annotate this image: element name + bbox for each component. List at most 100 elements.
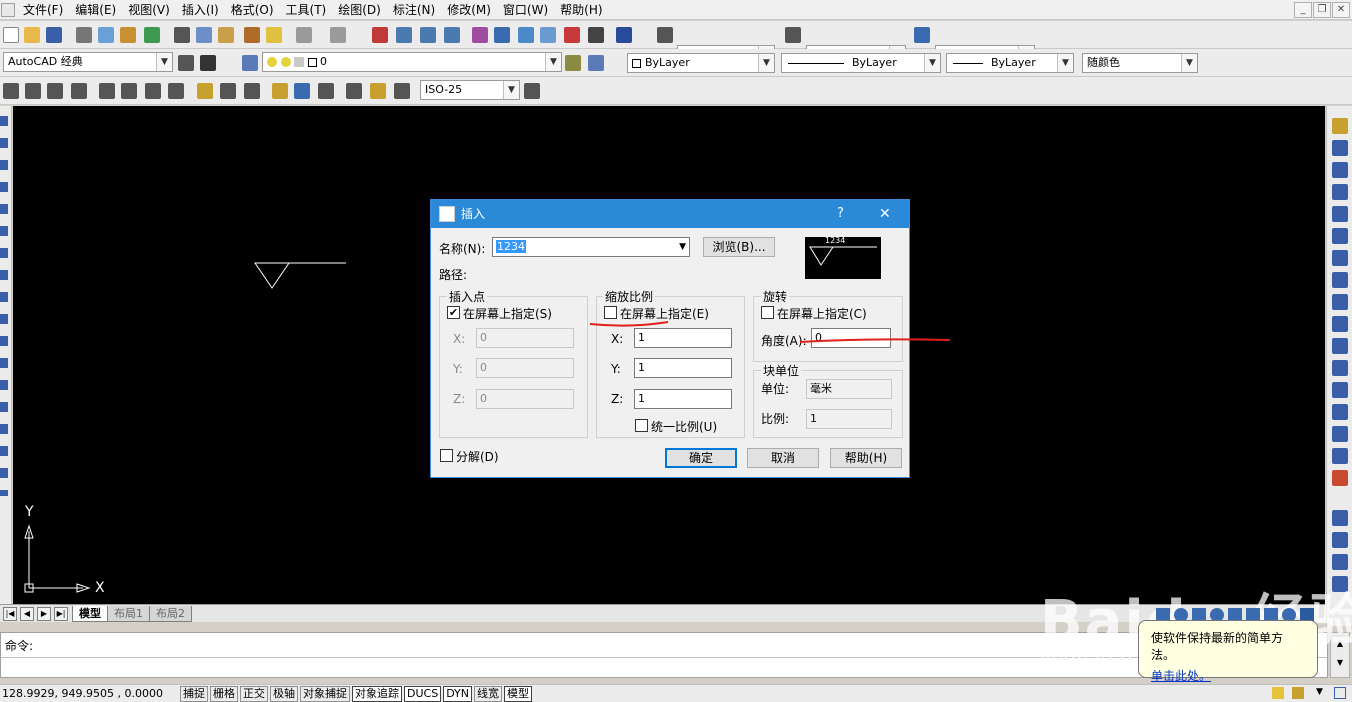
menu-view[interactable]: 视图(V) bbox=[122, 1, 176, 18]
minimize-icon[interactable]: _ bbox=[1294, 2, 1312, 18]
copy-object-icon[interactable] bbox=[1332, 140, 1348, 156]
new-file-icon[interactable] bbox=[3, 27, 19, 43]
menu-tools[interactable]: 工具(T) bbox=[280, 1, 333, 18]
angle-input[interactable]: 0 bbox=[811, 328, 891, 348]
dyn-toggle[interactable]: DYN bbox=[443, 685, 473, 702]
dim-edit-icon[interactable] bbox=[346, 83, 362, 99]
continue-dim-icon[interactable] bbox=[244, 83, 260, 99]
block-editor-icon[interactable] bbox=[266, 27, 282, 43]
ordinate-dim-icon[interactable] bbox=[71, 83, 87, 99]
close-doc-icon[interactable]: ✕ bbox=[1332, 2, 1350, 18]
zoom-window-icon[interactable] bbox=[420, 27, 436, 43]
redo-icon[interactable] bbox=[330, 27, 346, 43]
help-icon[interactable] bbox=[616, 27, 632, 43]
polar-toggle[interactable]: 极轴 bbox=[270, 685, 298, 702]
status-menu-icon[interactable]: ▼ bbox=[1316, 687, 1323, 697]
tool-palettes-icon[interactable] bbox=[518, 27, 534, 43]
quick-dim-icon[interactable] bbox=[197, 83, 213, 99]
update-balloon[interactable]: 使软件保持最新的简单方法。 单击此处。 bbox=[1138, 620, 1318, 683]
calculator-icon[interactable] bbox=[588, 27, 604, 43]
clean-screen-icon[interactable] bbox=[1334, 687, 1346, 699]
zoom-previous-icon[interactable] bbox=[444, 27, 460, 43]
workspace-save-icon[interactable] bbox=[200, 55, 216, 71]
scale-x-input[interactable]: 1 bbox=[634, 328, 732, 348]
plot-style-select[interactable]: 随颜色 ▼ bbox=[1082, 53, 1198, 73]
lineweight-toggle[interactable]: 线宽 bbox=[474, 685, 503, 702]
scale-icon[interactable] bbox=[1332, 272, 1348, 288]
stretch-icon[interactable] bbox=[1332, 294, 1348, 310]
scale-y-input[interactable]: 1 bbox=[634, 358, 732, 378]
paste-icon[interactable] bbox=[218, 27, 234, 43]
pan-icon[interactable] bbox=[372, 27, 388, 43]
dim-text-edit-icon[interactable] bbox=[370, 83, 386, 99]
copy-icon[interactable] bbox=[196, 27, 212, 43]
arc-length-icon[interactable] bbox=[47, 83, 63, 99]
tab-layout1[interactable]: 布局1 bbox=[107, 605, 150, 622]
extend-icon[interactable] bbox=[1332, 338, 1348, 354]
join-icon[interactable] bbox=[1332, 404, 1348, 420]
mirror-icon[interactable] bbox=[1332, 162, 1348, 178]
explode-icon[interactable] bbox=[1332, 470, 1348, 486]
help-button[interactable]: 帮助(H) bbox=[830, 448, 902, 468]
angular-dim-icon[interactable] bbox=[168, 83, 184, 99]
insertion-y-input[interactable]: 0 bbox=[476, 358, 574, 378]
send-back-icon[interactable] bbox=[1332, 532, 1348, 548]
menu-help[interactable]: 帮助(H) bbox=[554, 1, 608, 18]
leader-icon[interactable] bbox=[272, 83, 288, 99]
zoom-realtime-icon[interactable] bbox=[396, 27, 412, 43]
publish-icon[interactable] bbox=[120, 27, 136, 43]
bring-above-icon[interactable] bbox=[1332, 554, 1348, 570]
grid-toggle[interactable]: 栅格 bbox=[210, 685, 238, 702]
menu-window[interactable]: 窗口(W) bbox=[497, 1, 554, 18]
tolerance-icon[interactable] bbox=[294, 83, 310, 99]
rotate-icon[interactable] bbox=[1332, 250, 1348, 266]
lineweight-select[interactable]: ByLayer ▼ bbox=[946, 53, 1074, 73]
block-name-combo[interactable]: 1234 ▼ bbox=[492, 237, 690, 257]
layer-previous-icon[interactable] bbox=[588, 55, 604, 71]
first-tab-icon[interactable]: |◀ bbox=[3, 606, 17, 621]
radius-dim-icon[interactable] bbox=[99, 83, 115, 99]
center-mark-icon[interactable] bbox=[318, 83, 334, 99]
app-icon[interactable] bbox=[1, 2, 15, 17]
trim-icon[interactable] bbox=[1332, 316, 1348, 332]
insertion-z-input[interactable]: 0 bbox=[476, 389, 574, 409]
ok-button[interactable]: 确定 bbox=[665, 448, 737, 468]
array-icon[interactable] bbox=[1332, 206, 1348, 222]
linear-dim-icon[interactable] bbox=[3, 83, 19, 99]
explode-checkbox[interactable] bbox=[440, 449, 453, 462]
menu-dimension[interactable]: 标注(N) bbox=[387, 1, 441, 18]
print-preview-icon[interactable] bbox=[98, 27, 114, 43]
match-properties-icon[interactable] bbox=[244, 27, 260, 43]
snap-toggle[interactable]: 捕捉 bbox=[180, 685, 208, 702]
menu-edit[interactable]: 编辑(E) bbox=[69, 1, 122, 18]
3d-publish-icon[interactable] bbox=[144, 27, 160, 43]
break-icon[interactable] bbox=[1332, 360, 1348, 376]
last-tab-icon[interactable]: ▶| bbox=[54, 606, 68, 621]
menu-file[interactable]: 文件(F) bbox=[17, 1, 69, 18]
bring-front-icon[interactable] bbox=[1332, 510, 1348, 526]
menu-format[interactable]: 格式(O) bbox=[225, 1, 280, 18]
chamfer-icon[interactable] bbox=[1332, 426, 1348, 442]
menu-insert[interactable]: 插入(I) bbox=[176, 1, 225, 18]
properties-icon[interactable] bbox=[472, 27, 488, 43]
ducs-toggle[interactable]: DUCS bbox=[404, 685, 442, 702]
otrack-toggle[interactable]: 对象追踪 bbox=[352, 685, 402, 702]
sheet-set-icon[interactable] bbox=[540, 27, 556, 43]
help-icon[interactable]: ? bbox=[837, 200, 844, 228]
ortho-toggle[interactable]: 正交 bbox=[240, 685, 268, 702]
tab-model[interactable]: 模型 bbox=[72, 605, 108, 622]
diameter-dim-icon[interactable] bbox=[145, 83, 161, 99]
scale-z-input[interactable]: 1 bbox=[634, 389, 732, 409]
break-point-icon[interactable] bbox=[1332, 382, 1348, 398]
prev-tab-icon[interactable]: ◀ bbox=[20, 606, 34, 621]
lock-toolbar-icon[interactable] bbox=[1292, 687, 1304, 699]
menu-draw[interactable]: 绘图(D) bbox=[332, 1, 387, 18]
warning-icon[interactable] bbox=[1272, 687, 1284, 699]
osnap-toggle[interactable]: 对象捕捉 bbox=[300, 685, 350, 702]
draw-tool-icons[interactable] bbox=[0, 116, 8, 496]
workspace-select[interactable]: AutoCAD 经典 ▼ bbox=[3, 52, 173, 72]
open-file-icon[interactable] bbox=[24, 27, 40, 43]
markup-icon[interactable] bbox=[564, 27, 580, 43]
balloon-link[interactable]: 单击此处。 bbox=[1151, 667, 1305, 684]
close-icon[interactable]: ✕ bbox=[879, 200, 891, 228]
